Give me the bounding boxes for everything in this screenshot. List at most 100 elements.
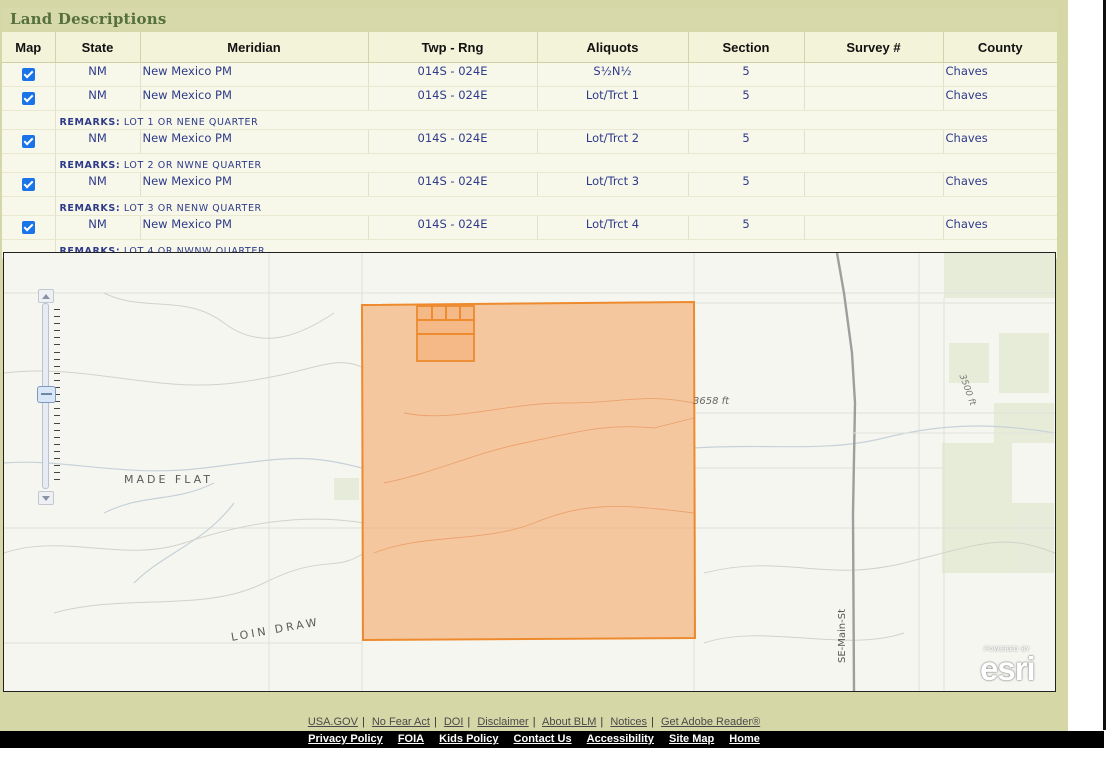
remarks-row: REMARKS: LOT 2 OR NWNE QUARTER [2, 153, 1057, 173]
remarks-row: REMARKS: LOT 3 OR NENW QUARTER [2, 196, 1057, 216]
cell-state: NM [54, 215, 140, 240]
cell-state: NM [54, 172, 140, 197]
map-checkbox[interactable] [21, 68, 35, 81]
land-descriptions-table: Map State Meridian Twp - Rng Aliquots Se… [2, 32, 1057, 259]
section-title: Land Descriptions [10, 10, 167, 28]
map-checkbox-cell [2, 62, 55, 87]
map-checkbox[interactable] [21, 221, 35, 234]
table-row: NM New Mexico PM 014S - 024E Lot/Trct 3 … [2, 172, 1057, 197]
footer-link-no-fear-act[interactable]: No Fear Act [372, 716, 430, 728]
footer-link-contact-us[interactable]: Contact Us [514, 733, 572, 745]
header-survey[interactable]: Survey # [803, 32, 943, 63]
cell-aliquots: S½N½ [536, 62, 688, 87]
footer-link-home[interactable]: Home [729, 733, 760, 745]
cell-meridian: New Mexico PM [139, 215, 368, 240]
right-margin [1068, 0, 1115, 757]
table-row: NM New Mexico PM 014S - 024E Lot/Trct 4 … [2, 215, 1057, 240]
map-checkbox-cell [2, 129, 55, 154]
map-checkbox[interactable] [21, 135, 35, 148]
header-state[interactable]: State [54, 32, 140, 63]
table-row: NM New Mexico PM 014S - 024E S½N½ 5 Chav… [2, 62, 1057, 87]
footer-link-about-blm[interactable]: About BLM [542, 716, 596, 728]
map-checkbox[interactable] [21, 178, 35, 191]
remarks-label: REMARKS: [59, 203, 121, 214]
parcel-s2n2 [416, 333, 475, 362]
footer-link-kids-policy[interactable]: Kids Policy [439, 733, 498, 745]
remarks-spacer [2, 196, 55, 216]
cell-state: NM [54, 62, 140, 87]
cell-section: 5 [687, 62, 804, 87]
map-viewer[interactable]: MADE FLAT LOIN DRAW 3658 ft 3500 ft SE-M… [3, 252, 1056, 692]
parcel-section-5 [360, 300, 697, 642]
zoom-out-button[interactable] [38, 491, 54, 505]
zoom-in-button[interactable] [38, 289, 54, 303]
header-twp-rng[interactable]: Twp - Rng [367, 32, 537, 63]
cell-twp-rng: 014S - 024E [367, 172, 537, 197]
esri-wordmark: esri [980, 650, 1036, 687]
map-label-made-flat: MADE FLAT [124, 473, 214, 486]
footer-link-accessibility[interactable]: Accessibility [587, 733, 654, 745]
cell-meridian: New Mexico PM [139, 86, 368, 111]
parcel-lot-2 [445, 305, 461, 321]
parcel-lot-3 [431, 305, 447, 321]
cell-county: Chaves [942, 86, 1057, 111]
footer-link-doi[interactable]: DOI [444, 716, 464, 728]
cell-survey [803, 86, 943, 111]
cell-state: NM [54, 86, 140, 111]
cell-county: Chaves [942, 129, 1057, 154]
remarks-cell: REMARKS: LOT 1 OR NENE QUARTER [54, 110, 1057, 130]
remarks-label: REMARKS: [59, 160, 121, 171]
footer-link-disclaimer[interactable]: Disclaimer [477, 716, 528, 728]
cell-twp-rng: 014S - 024E [367, 62, 537, 87]
footer-links-bottom: Privacy Policy FOIA Kids Policy Contact … [0, 733, 1068, 745]
table-row: NM New Mexico PM 014S - 024E Lot/Trct 2 … [2, 129, 1057, 154]
remarks-text: LOT 1 OR NENE QUARTER [123, 117, 259, 128]
remarks-text: LOT 2 OR NWNE QUARTER [123, 160, 262, 171]
header-section[interactable]: Section [687, 32, 804, 63]
footer-link-privacy-policy[interactable]: Privacy Policy [308, 733, 383, 745]
parcel-lots [416, 305, 475, 362]
cell-aliquots: Lot/Trct 3 [536, 172, 688, 197]
header-meridian[interactable]: Meridian [139, 32, 368, 63]
header-aliquots[interactable]: Aliquots [536, 32, 688, 63]
footer-link-foia[interactable]: FOIA [398, 733, 424, 745]
map-label-elevation: 3658 ft [693, 396, 730, 407]
section-header: Land Descriptions [2, 8, 1057, 31]
cell-aliquots: Lot/Trct 2 [536, 129, 688, 154]
footer-link-adobe-reader[interactable]: Get Adobe Reader® [661, 716, 760, 728]
cell-meridian: New Mexico PM [139, 129, 368, 154]
parcel-lot-4 [416, 305, 433, 321]
cell-county: Chaves [942, 172, 1057, 197]
cell-section: 5 [687, 215, 804, 240]
cell-twp-rng: 014S - 024E [367, 215, 537, 240]
chevron-up-icon [42, 293, 50, 299]
remarks-spacer [2, 110, 55, 130]
remarks-label: REMARKS: [59, 117, 121, 128]
remarks-text: LOT 3 OR NENW QUARTER [123, 203, 262, 214]
remarks-row: REMARKS: LOT 1 OR NENE QUARTER [2, 110, 1057, 130]
cell-survey [803, 62, 943, 87]
parcel-overlay[interactable] [4, 253, 1055, 691]
zoom-slider-handle[interactable] [37, 386, 56, 403]
cell-survey [803, 172, 943, 197]
cell-meridian: New Mexico PM [139, 172, 368, 197]
cell-aliquots: Lot/Trct 4 [536, 215, 688, 240]
header-county[interactable]: County [942, 32, 1057, 63]
cell-twp-rng: 014S - 024E [367, 86, 537, 111]
table-header-row: Map State Meridian Twp - Rng Aliquots Se… [2, 32, 1057, 63]
map-label-street: SE-Main-St [837, 608, 848, 663]
footer-link-site-map[interactable]: Site Map [669, 733, 714, 745]
cell-county: Chaves [942, 215, 1057, 240]
map-checkbox-cell [2, 172, 55, 197]
map-checkbox[interactable] [21, 92, 35, 105]
footer-link-usa-gov[interactable]: USA.GOV [308, 716, 358, 728]
map-checkbox-cell [2, 86, 55, 111]
esri-logo[interactable]: POWERED BY esri [978, 643, 1052, 687]
footer-link-notices[interactable]: Notices [610, 716, 647, 728]
header-map[interactable]: Map [2, 32, 55, 63]
cell-section: 5 [687, 129, 804, 154]
cell-section: 5 [687, 86, 804, 111]
remarks-cell: REMARKS: LOT 2 OR NWNE QUARTER [54, 153, 1057, 173]
cell-state: NM [54, 129, 140, 154]
footer-links-top: USA.GOV | No Fear Act | DOI | Disclaimer | A… [307, 716, 761, 728]
